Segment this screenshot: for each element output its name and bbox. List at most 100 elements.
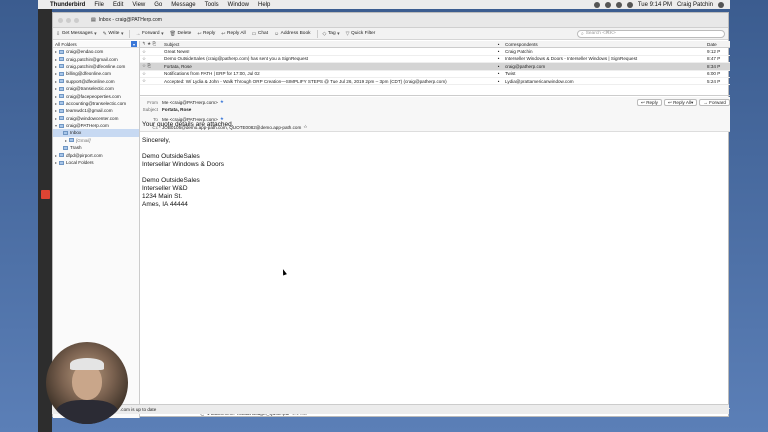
- folder-pane-header[interactable]: All Folders ▾: [53, 41, 139, 48]
- volume-icon[interactable]: [626, 1, 633, 8]
- account-item[interactable]: ▸ support@dfeonline.com: [53, 78, 139, 85]
- trash-icon: [63, 145, 68, 150]
- folder-item-gmail[interactable]: ▸ [Gmail]: [53, 137, 139, 144]
- read-dot[interactable]: •: [492, 71, 505, 76]
- menubar-status-area: Tue 9:14 PM Craig Patchin: [593, 1, 730, 8]
- read-dot[interactable]: •: [492, 79, 505, 84]
- account-icon: [59, 57, 64, 62]
- star-icon[interactable]: ☆: [140, 56, 164, 62]
- account-item[interactable]: ▸ craig@endao.com: [53, 48, 139, 55]
- quick-filter-button[interactable]: ▽ Quick Filter: [346, 31, 376, 37]
- account-item[interactable]: ▸ teamwdc1@gmail.com: [53, 107, 139, 114]
- chat-button[interactable]: ▭ Chat: [252, 31, 268, 37]
- forward-icon: →: [135, 30, 141, 37]
- header-reply-all-button[interactable]: ↩ Reply All ▾: [663, 99, 698, 106]
- status-icon[interactable]: [604, 1, 611, 8]
- column-correspondents[interactable]: Correspondents: [505, 42, 707, 47]
- subject-line: Subject Fortata, Rose: [142, 107, 192, 112]
- download-icon: ⇩: [56, 30, 61, 37]
- chevron-down-icon[interactable]: ▾: [131, 41, 137, 47]
- close-window-button[interactable]: [58, 17, 63, 23]
- header-reply-button[interactable]: ↩ Reply: [637, 99, 662, 106]
- column-icons[interactable]: ↰ ★ ⎘: [140, 41, 164, 47]
- toolbar-separator: [316, 29, 318, 38]
- message-row[interactable]: ☆ Notifications from PATH | ERP for 17:0…: [140, 71, 730, 78]
- from-address[interactable]: Me <craig@PATHerp.com>: [162, 100, 218, 105]
- folder-icon: [69, 138, 74, 143]
- record-icon[interactable]: [41, 190, 50, 199]
- search-input[interactable]: ⌕ Search <⌘K>: [577, 29, 725, 38]
- menu-message[interactable]: Message: [171, 2, 195, 8]
- body-paragraph: Sincerely,: [142, 137, 171, 144]
- get-messages-button[interactable]: ⇩ Get Messages ▾: [56, 31, 97, 37]
- menu-tools[interactable]: Tools: [205, 2, 219, 8]
- webcam-person-cap: [70, 358, 104, 370]
- titlebar: ▤ Inbox - craig@PATHerp.com: [53, 13, 728, 28]
- menu-view[interactable]: View: [132, 2, 145, 8]
- chat-icon: ▭: [251, 30, 257, 37]
- account-item[interactable]: ▸ craig.patchin@dfeonline.com: [53, 63, 139, 70]
- column-subject[interactable]: Subject: [164, 42, 492, 47]
- read-dot[interactable]: •: [492, 64, 505, 69]
- attachment-icon[interactable]: ☆ ⎘: [140, 63, 164, 69]
- header-forward-button[interactable]: → Forward: [699, 99, 730, 106]
- minimize-window-button[interactable]: [66, 17, 71, 23]
- read-dot[interactable]: •: [492, 49, 505, 54]
- menu-help[interactable]: Help: [258, 2, 270, 8]
- star-icon[interactable]: ★: [220, 99, 224, 105]
- clock[interactable]: Tue 9:14 PM: [638, 2, 672, 8]
- tab-title: Inbox - craig@PATHerp.com: [98, 17, 162, 23]
- folder-item-inbox[interactable]: Inbox: [53, 129, 139, 137]
- status-icon[interactable]: [593, 1, 600, 8]
- account-item[interactable]: ▸ craig.patchin@gmail.com: [53, 55, 139, 62]
- account-item[interactable]: ▾ craig@PATHerp.com: [53, 122, 139, 129]
- star-icon[interactable]: ☆: [140, 78, 164, 84]
- delete-button[interactable]: 🗑 Delete: [170, 31, 192, 37]
- reply-all-button[interactable]: ↩ Reply All: [221, 31, 245, 37]
- filter-icon: ▽: [345, 30, 350, 37]
- column-read[interactable]: •: [492, 42, 505, 47]
- account-item[interactable]: ▸ dfpd@pirport.com: [53, 151, 139, 158]
- user-name[interactable]: Craig Patchin: [677, 2, 713, 8]
- write-button[interactable]: ✎ Write ▾: [103, 31, 124, 37]
- star-icon[interactable]: ☆: [140, 49, 164, 55]
- account-icon: [59, 86, 64, 91]
- trash-icon: 🗑: [169, 30, 176, 37]
- account-item[interactable]: ▸ craig@facepeoperties.com: [53, 92, 139, 99]
- menu-app-name[interactable]: Thunderbird: [50, 2, 85, 8]
- menu-window[interactable]: Window: [228, 2, 249, 8]
- pencil-icon: ✎: [102, 30, 107, 37]
- star-icon[interactable]: ☆: [140, 71, 164, 77]
- account-icon: [59, 108, 64, 113]
- chevron-down-icon: ▾: [120, 30, 124, 37]
- account-item[interactable]: ▸ craig@windowcenter.com: [53, 115, 139, 122]
- local-folders-item[interactable]: ▸ Local Folders: [53, 159, 139, 166]
- wifi-icon[interactable]: [615, 1, 622, 8]
- chevron-down-icon: ▾: [337, 30, 340, 37]
- menu-file[interactable]: File: [94, 2, 104, 8]
- address-book-button[interactable]: ☺ Address Book: [274, 31, 310, 37]
- menu-go[interactable]: Go: [154, 2, 162, 8]
- webcam-person-body: [56, 400, 118, 424]
- read-dot[interactable]: •: [492, 56, 505, 61]
- folder-item-trash[interactable]: Trash: [53, 144, 139, 151]
- account-item[interactable]: ▸ craig@transelectic.com: [53, 85, 139, 92]
- account-item[interactable]: ▸ accounting@transelectic.com: [53, 100, 139, 107]
- tab-inbox[interactable]: ▤ Inbox - craig@PATHerp.com: [91, 17, 162, 23]
- message-actions: ↩ Reply ↩ Reply All ▾ → Forward: [637, 99, 730, 106]
- message-row[interactable]: ☆ Great News! • Craig Patchin 9:12 P: [140, 48, 730, 56]
- menu-edit[interactable]: Edit: [113, 2, 123, 8]
- message-row[interactable]: ☆ Accepted: W/ Lydia & John - Walk Throu…: [140, 78, 730, 86]
- spotlight-icon[interactable]: [718, 1, 724, 8]
- subject-text: Fortata, Rose: [162, 107, 192, 112]
- column-date[interactable]: Date: [707, 42, 730, 47]
- reply-button[interactable]: ↩ Reply: [197, 31, 215, 37]
- message-row-selected[interactable]: ☆ ⎘ Fortata, Rose • craig@patherp.com 8:…: [140, 63, 730, 71]
- zoom-window-button[interactable]: [74, 17, 79, 23]
- account-icon: [59, 79, 64, 84]
- message-row[interactable]: ☆ Demo OutsideSales (craig@patherp.com) …: [140, 56, 730, 64]
- chevron-down-icon: ▾: [690, 99, 694, 105]
- account-item[interactable]: ▸ billing@dfeonline.com: [53, 70, 139, 77]
- tag-button[interactable]: ◇ Tag ▾: [323, 31, 340, 37]
- forward-button[interactable]: → Forward ▾: [135, 31, 163, 37]
